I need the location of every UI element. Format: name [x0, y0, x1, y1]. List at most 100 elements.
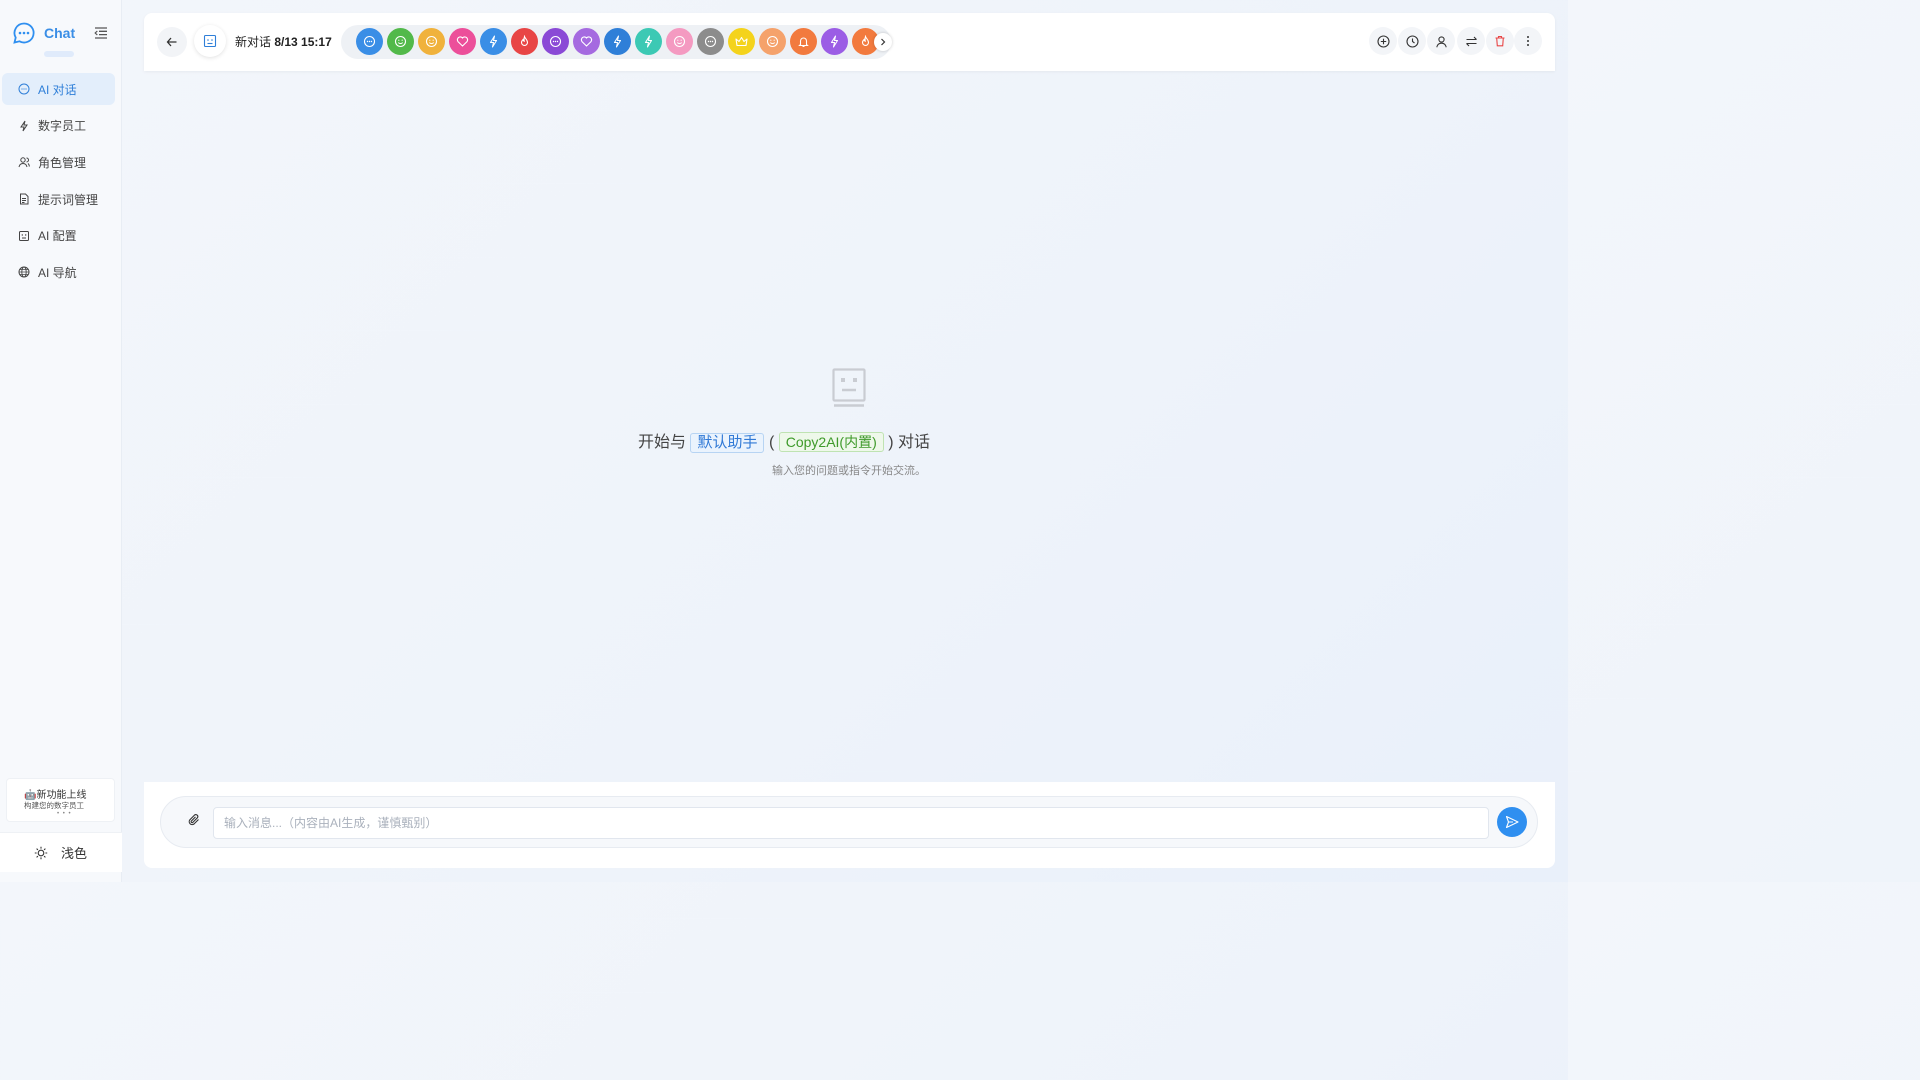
- role-avatar-3[interactable]: [418, 28, 445, 55]
- empty-state-hint: 输入您的问题或指令开始交流。: [772, 465, 926, 477]
- model-name-tag: Copy2AI(内置): [778, 432, 884, 452]
- role-avatar-7[interactable]: [542, 28, 569, 55]
- smile-icon: [673, 35, 686, 48]
- switch-model-button[interactable]: [1457, 27, 1485, 55]
- sidebar-item-prompt-management[interactable]: 提示词管理: [2, 183, 115, 215]
- assistant-name-tag: 默认助手: [690, 433, 765, 453]
- user-icon: [1435, 35, 1447, 47]
- sidebar-item-digital-employee[interactable]: 数字员工: [2, 110, 115, 142]
- users-icon: [18, 157, 30, 168]
- paperclip-icon[interactable]: [187, 813, 201, 827]
- smile-icon: [766, 35, 779, 48]
- open-paren: (: [768, 434, 775, 451]
- sun-icon: [34, 846, 48, 859]
- theme-toggle[interactable]: 浅色: [0, 832, 122, 872]
- role-avatar-5[interactable]: [480, 28, 507, 55]
- chevron-right-icon: [881, 38, 886, 46]
- bell-icon: [798, 37, 809, 48]
- chat-icon: [704, 35, 717, 48]
- theme-label: 浅色: [61, 846, 88, 861]
- send-icon: [1505, 815, 1519, 829]
- heart-icon: [456, 36, 469, 47]
- more-options-button[interactable]: [1514, 27, 1542, 55]
- smile-icon: [394, 35, 407, 48]
- empty-suffix: 对话: [897, 434, 930, 451]
- role-avatar-2[interactable]: [387, 28, 414, 55]
- more-vertical-icon: [1527, 36, 1529, 46]
- role-avatar-15[interactable]: [790, 28, 817, 55]
- sidebar-item-ai-chat[interactable]: AI 对话: [2, 73, 115, 105]
- conversation-title[interactable]: 新对话 8/13 15:17: [235, 33, 332, 50]
- sidebar-item-label: 提示词管理: [38, 192, 99, 207]
- bolt-icon: [489, 35, 498, 48]
- empty-prefix: 开始与: [638, 434, 687, 451]
- delete-conversation-button[interactable]: [1486, 27, 1514, 55]
- sidebar-item-label: 数字员工: [38, 119, 87, 134]
- promo-subtitle: 构建您的数字员工: [24, 801, 84, 810]
- chat-icon: [549, 35, 562, 48]
- chat-icon: [18, 83, 30, 95]
- conversation-title-prefix: 新对话: [235, 35, 272, 49]
- heart-icon: [580, 36, 593, 47]
- role-avatar-11[interactable]: [666, 28, 693, 55]
- robot-icon: [203, 34, 217, 48]
- new-conversation-button[interactable]: [1369, 27, 1397, 55]
- back-button[interactable]: [157, 27, 187, 57]
- conversation-header: 新对话 8/13 15:17: [144, 13, 1555, 71]
- sidebar-item-label: AI 导航: [38, 265, 77, 280]
- bolt-icon: [644, 35, 653, 48]
- bolt-icon: [830, 35, 839, 48]
- sidebar-item-label: AI 配置: [38, 229, 77, 244]
- flame-icon: [861, 35, 870, 46]
- role-select-button[interactable]: [1427, 27, 1455, 55]
- promo-title: 🤖新功能上线: [24, 790, 87, 801]
- chat-icon: [363, 35, 376, 48]
- role-avatar-1[interactable]: [356, 28, 383, 55]
- smile-icon: [425, 35, 438, 48]
- chat-bubble-logo-icon: [13, 22, 35, 44]
- arrow-left-icon: [166, 37, 177, 47]
- role-strip-next-button[interactable]: [874, 33, 892, 51]
- sidebar-item-ai-navigation[interactable]: AI 导航: [2, 256, 115, 288]
- send-button[interactable]: [1497, 807, 1527, 837]
- current-role-avatar[interactable]: [194, 25, 226, 57]
- new-feature-promo[interactable]: 🤖新功能上线 构建您的数字员工 • • •: [6, 778, 115, 822]
- role-avatar-6[interactable]: [511, 28, 538, 55]
- sidebar-nav: AI 对话 数字员工 角色管理 提示词管理 AI 配置 AI 导航: [0, 73, 122, 293]
- message-input[interactable]: [213, 807, 1489, 839]
- collapse-menu-icon[interactable]: [94, 26, 108, 40]
- crown-icon: [735, 36, 748, 47]
- sidebar-item-label: 角色管理: [38, 155, 87, 170]
- globe-icon: [18, 266, 30, 278]
- composer: [160, 796, 1538, 848]
- history-button[interactable]: [1398, 27, 1426, 55]
- bolt-icon: [20, 120, 28, 131]
- add-circle-icon: [1376, 34, 1390, 48]
- role-avatar-12[interactable]: [697, 28, 724, 55]
- sidebar-item-role-management[interactable]: 角色管理: [2, 146, 115, 178]
- history-icon: [1405, 34, 1419, 48]
- role-avatar-14[interactable]: [759, 28, 786, 55]
- role-avatar-16[interactable]: [821, 28, 848, 55]
- role-avatar-4[interactable]: [449, 28, 476, 55]
- app-name: Chat: [44, 25, 76, 41]
- document-icon: [20, 193, 29, 205]
- role-avatar-10[interactable]: [635, 28, 662, 55]
- composer-panel: [144, 782, 1555, 868]
- empty-state-heading: 开始与 默认助手 ( Copy2AI(内置) ) 对话: [0, 428, 1568, 453]
- bolt-icon: [613, 35, 622, 48]
- role-avatar-8[interactable]: [573, 28, 600, 55]
- sidebar-item-ai-config[interactable]: AI 配置: [2, 220, 115, 252]
- role-avatar-13[interactable]: [728, 28, 755, 55]
- flame-icon: [520, 35, 529, 46]
- close-paren: ): [888, 434, 894, 451]
- logo-underline: [44, 51, 74, 57]
- trash-icon: [1495, 35, 1505, 47]
- robot-icon: [19, 230, 29, 241]
- promo-carousel-dots[interactable]: • • •: [57, 811, 72, 817]
- sidebar-item-label: AI 对话: [38, 82, 77, 97]
- role-avatar-9[interactable]: [604, 28, 631, 55]
- role-quick-switch-strip: [341, 25, 891, 59]
- swap-icon: [1465, 36, 1477, 46]
- conversation-title-time: 8/13 15:17: [274, 35, 332, 49]
